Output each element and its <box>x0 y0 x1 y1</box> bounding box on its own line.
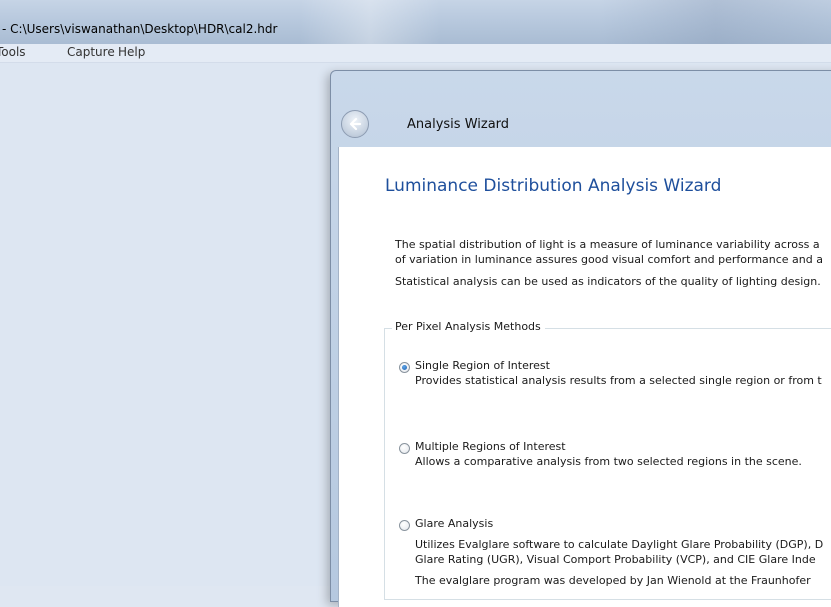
intro-text-line: of variation in luminance assures good v… <box>395 253 823 266</box>
menu-capture[interactable]: Capture <box>67 45 115 59</box>
intro-text-line: Statistical analysis can be used as indi… <box>395 275 821 288</box>
group-title: Per Pixel Analysis Methods <box>392 320 545 333</box>
intro-text-line: The spatial distribution of light is a m… <box>395 238 820 251</box>
option-label-multiple-regions[interactable]: Multiple Regions of Interest <box>415 440 566 453</box>
option-label-glare-analysis[interactable]: Glare Analysis <box>415 517 493 530</box>
wizard-heading: Luminance Distribution Analysis Wizard <box>385 176 722 196</box>
menu-help[interactable]: Help <box>118 45 145 59</box>
option-desc-glare-analysis: Glare Rating (UGR), Visual Comport Proba… <box>415 553 816 566</box>
option-desc-glare-analysis: The evalglare program was developed by J… <box>415 574 811 587</box>
back-arrow-icon <box>349 117 362 131</box>
titlebar-glass-streak <box>600 0 831 44</box>
radio-multiple-regions[interactable] <box>399 443 410 454</box>
radio-glare-analysis[interactable] <box>399 520 410 531</box>
option-desc-single-region: Provides statistical analysis results fr… <box>415 374 822 387</box>
menu-tools[interactable]: Tools <box>0 45 26 59</box>
app-title: - C:\Users\viswanathan\Desktop\HDR\cal2.… <box>2 22 278 36</box>
radio-single-region[interactable] <box>399 362 410 373</box>
app-titlebar: - C:\Users\viswanathan\Desktop\HDR\cal2.… <box>0 0 831 44</box>
menubar: Tools Capture Help <box>0 44 831 63</box>
titlebar-glass-streak <box>300 0 440 44</box>
wizard-title: Analysis Wizard <box>407 117 510 132</box>
option-desc-multiple-regions: Allows a comparative analysis from two s… <box>415 455 802 468</box>
option-desc-glare-analysis: Utilizes Evalglare software to calculate… <box>415 538 824 551</box>
back-button[interactable] <box>341 110 369 138</box>
option-label-single-region[interactable]: Single Region of Interest <box>415 359 550 372</box>
